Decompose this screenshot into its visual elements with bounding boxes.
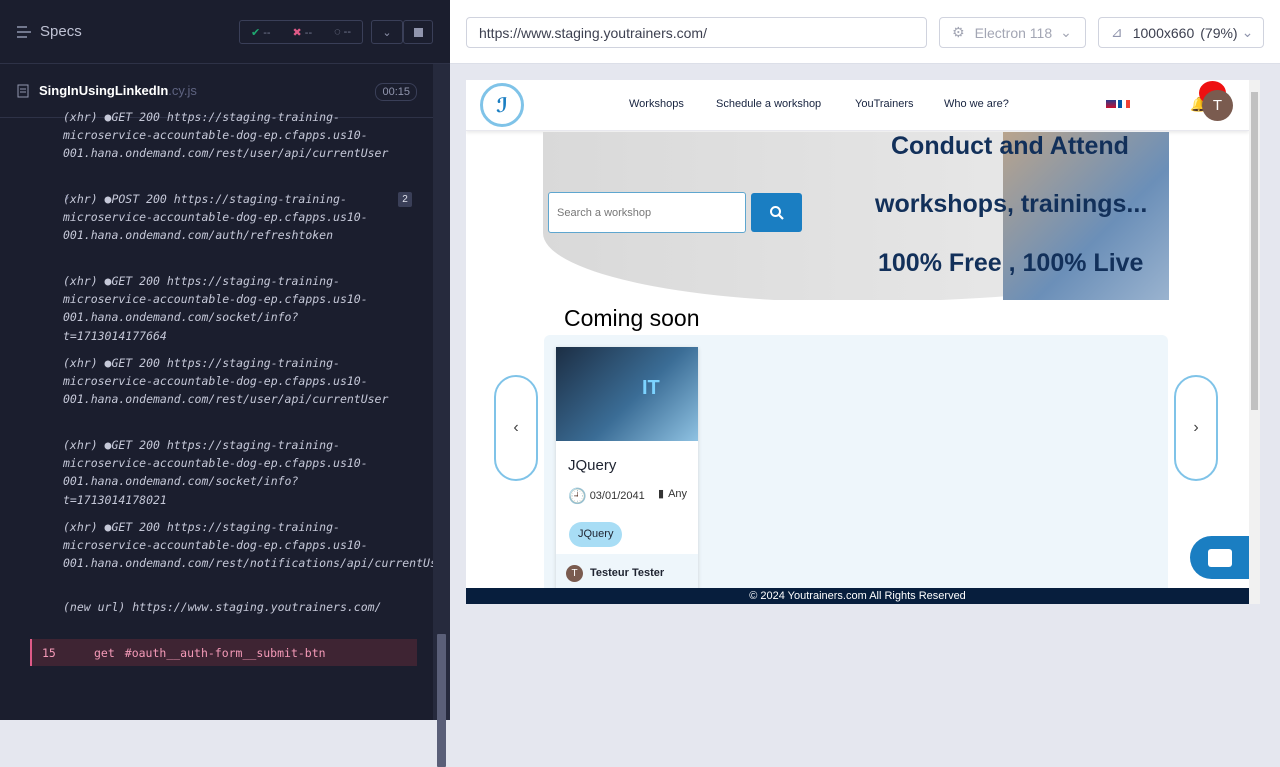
log-entry[interactable]: (xhr) ●GET 200 https://staging-training-…	[63, 354, 393, 409]
uk-flag-icon[interactable]	[1106, 100, 1116, 108]
signal-bars-icon: ▮	[658, 488, 665, 500]
pending-icon: ◌	[334, 26, 341, 38]
mail-icon	[1207, 548, 1232, 567]
log-entry[interactable]: (xhr) ●POST 200 https://staging-training…	[63, 190, 393, 245]
coming-soon-heading: Coming soon	[564, 305, 700, 331]
check-icon: ✔	[250, 26, 261, 39]
site-navbar: ℐ Workshops Schedule a workshop YouTrain…	[466, 80, 1249, 131]
log-scrollbar[interactable]	[433, 64, 450, 767]
chevron-down-icon: ⌄	[1060, 24, 1072, 40]
language-flags[interactable]	[1106, 100, 1130, 108]
hero-line-1: Conduct and Attend	[891, 132, 1129, 160]
scrollbar-thumb[interactable]	[437, 634, 446, 767]
nav-workshops[interactable]: Workshops	[629, 98, 684, 110]
workshop-card[interactable]: IT JQuery 🕘 03/01/2041 ▮ Any JQuery T Test…	[556, 347, 698, 592]
workshop-date: 🕘 03/01/2041	[568, 488, 645, 505]
cypress-runner-panel: Specs ✔ -- ✖ -- ◌ -- ⌄ SingInUsingLinked…	[0, 0, 450, 767]
command-name: get	[94, 645, 115, 660]
nav-youtrainers[interactable]: YouTrainers	[855, 98, 914, 110]
failed-stat: ✖ --	[292, 26, 313, 39]
app-preview-frame: ℐ Workshops Schedule a workshop YouTrain…	[466, 80, 1260, 604]
hero-line-2: workshops, trainings...	[875, 190, 1148, 218]
workshop-level: ▮ Any	[658, 487, 688, 501]
site-footer: © 2024 Youtrainers.com All Rights Reserv…	[466, 588, 1249, 604]
log-entry[interactable]: (xhr) ●GET 200 https://staging-training-…	[63, 272, 393, 345]
spec-timer: 00:15	[375, 83, 417, 101]
nav-who-we-are[interactable]: Who we are?	[944, 98, 1009, 110]
stop-icon	[413, 27, 423, 37]
stop-button[interactable]	[403, 20, 433, 44]
carousel-next-button[interactable]: ›	[1174, 375, 1218, 481]
workshop-carousel: IT JQuery 🕘 03/01/2041 ▮ Any JQuery T Test…	[544, 335, 1168, 595]
command-log: (xhr) ●GET 200 https://staging-training-…	[0, 110, 433, 680]
specs-list-icon[interactable]	[16, 25, 32, 39]
clock-icon: 🕘	[568, 488, 587, 505]
browser-toolbar: https://www.staging.youtrainers.com/ ⚙ E…	[450, 0, 1280, 64]
workshop-tag[interactable]: JQuery	[569, 522, 623, 547]
browser-icon: ⚙	[952, 24, 965, 40]
passed-stat: ✔ --	[250, 26, 271, 39]
log-entry[interactable]: (new url) https://www.staging.youtrainer…	[63, 598, 393, 616]
collapse-button[interactable]: ⌄	[371, 20, 403, 44]
spec-file-ext: .cy.js	[168, 83, 197, 98]
viewport-select[interactable]: ⊿ 1000x660 (79%) ⌄	[1098, 17, 1264, 48]
workshop-search-input[interactable]: Search a workshop	[548, 192, 746, 233]
ruler-icon: ⊿	[1111, 24, 1123, 40]
chat-button[interactable]	[1190, 536, 1249, 579]
active-command-row[interactable]: 15 get #oauth__auth-form__submit-btn	[30, 639, 417, 666]
log-entry[interactable]: (xhr) ●GET 200 https://staging-training-…	[63, 436, 393, 509]
author-avatar: T	[566, 564, 583, 582]
browser-select[interactable]: ⚙ Electron 118 ⌄	[939, 17, 1086, 48]
cross-icon: ✖	[292, 26, 302, 39]
search-button[interactable]	[751, 193, 802, 232]
command-number: 15	[42, 645, 56, 660]
chevron-left-icon: ‹	[513, 419, 519, 436]
chevron-down-icon: ⌄	[1241, 24, 1254, 40]
chevron-right-icon: ›	[1193, 419, 1199, 436]
workshop-card-image: IT	[556, 347, 698, 441]
frame-scrollbar-thumb[interactable]	[1251, 92, 1258, 410]
fr-flag-icon[interactable]	[1118, 100, 1130, 108]
avatar[interactable]: T	[1202, 90, 1233, 121]
workshop-author: T Testeur Tester	[556, 554, 698, 592]
nav-schedule-workshop[interactable]: Schedule a workshop	[716, 98, 821, 110]
url-bar[interactable]: https://www.staging.youtrainers.com/	[466, 17, 927, 48]
log-entry[interactable]: (xhr) ●GET 200 https://staging-training-…	[63, 110, 393, 163]
frame-scrollbar[interactable]	[1249, 80, 1260, 604]
carousel-prev-button[interactable]: ‹	[494, 375, 538, 481]
command-selector: #oauth__auth-form__submit-btn	[124, 645, 326, 660]
search-icon	[769, 205, 784, 220]
file-icon	[17, 84, 29, 97]
pending-stat: ◌ --	[334, 26, 351, 38]
workshop-card-title: JQuery	[568, 457, 617, 474]
site-logo[interactable]: ℐ	[480, 83, 524, 127]
request-count-badge: 2	[398, 192, 412, 207]
chevron-down-icon: ⌄	[382, 26, 392, 39]
log-entry[interactable]: (xhr) ●GET 200 https://staging-training-…	[63, 518, 433, 573]
hero-line-3: 100% Free , 100% Live	[878, 249, 1144, 277]
test-stats: ✔ -- ✖ -- ◌ --	[239, 20, 363, 44]
spec-file-name: SingInUsingLinkedIn	[39, 83, 169, 98]
specs-title[interactable]: Specs	[40, 23, 82, 40]
